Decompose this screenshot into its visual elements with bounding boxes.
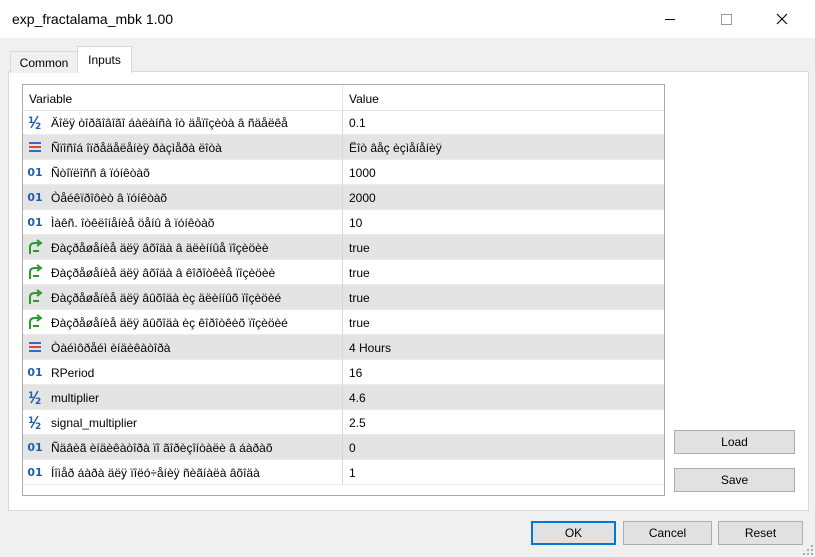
table-row[interactable]: 01 Òåéêïðîôèò â ïóíêòàõ 2000 [23,185,664,210]
table-row[interactable]: 01 Ñäâèã èíäèêàòîðà ïî ãîðèçîíòàëè â áàðà… [23,435,664,460]
close-icon [776,13,788,25]
variable-name: Íîìåð áàðà äëÿ ïîëó÷åíèÿ ñèãíàëà âõîäà [51,466,260,480]
cell-divider [342,310,343,335]
variable-value[interactable]: 1 [349,466,356,480]
variable-name: Ðàçðåøåíèå äëÿ âõîäà â êîðîòêèå ïîçèöèè [51,266,276,280]
table-row[interactable]: Òàéìôðåéì èíäèêàòîðà 4 Hours [23,335,664,360]
variable-name: Ðàçðåøåíèå äëÿ âûõîäà èç êîðîòêèõ ïîçèöè… [51,316,288,330]
table-row[interactable]: 1 2 signal_multiplier 2.5 [23,410,664,435]
variable-value[interactable]: Ëîò âåç èçìåíåíèÿ [349,141,442,155]
svg-text:2: 2 [35,397,41,405]
variable-name: Ìàêñ. îòêëîíåíèå öåíû â ïóíêòàõ [51,216,215,230]
variable-name: multiplier [51,391,100,405]
double-type-icon: 12 [27,389,43,405]
variable-value[interactable]: 16 [349,366,362,380]
cell-divider [342,235,343,260]
tab-common[interactable]: Common [10,51,78,73]
table-row[interactable]: 1 2 Äîëÿ òîðãîâîãî áàëàíñà îò äåïîçèòà â ñ… [23,110,664,135]
load-button[interactable]: Load [674,430,795,454]
variable-value[interactable]: 2000 [349,191,376,205]
maximize-icon [720,13,732,25]
minimize-icon [665,18,675,20]
table-row[interactable]: Ñïîñîá îïðåäåëåíèÿ ðàçìåðà ëîòà Ëîò âåç è… [23,135,664,160]
variable-value[interactable]: 4 Hours [349,341,391,355]
column-divider[interactable] [342,85,343,110]
integer-type-icon: 01 [27,365,43,379]
close-button[interactable] [757,0,807,38]
table-row[interactable]: Ðàçðåøåíèå äëÿ âõîäà â äëèííûå ïîçèöèè tr… [23,235,664,260]
variable-value[interactable]: true [349,266,370,280]
table-header: Variable Value [23,85,664,111]
cell-divider [342,185,343,210]
table-row[interactable]: 01 Ìàêñ. îòêëîíåíèå öåíû â ïóíêòàõ 10 [23,210,664,235]
variable-value[interactable]: 10 [349,216,362,230]
table-row[interactable]: 01 RPeriod 16 [23,360,664,385]
variable-name: signal_multiplier [51,416,138,430]
table-row[interactable]: 01 Íîìåð áàðà äëÿ ïîëó÷åíèÿ ñèãíàëà âõîäà… [23,460,664,485]
variable-value[interactable]: 2.5 [349,416,366,430]
variable-name: Ñïîñîá îïðåäåëåíèÿ ðàçìåðà ëîòà [51,141,222,155]
svg-text:2: 2 [35,122,41,130]
integer-type-icon: 01 [27,165,43,179]
svg-text:2: 2 [35,422,41,430]
cell-divider [342,335,343,360]
column-header-value[interactable]: Value [349,92,379,106]
cell-divider [342,160,343,185]
variable-name: Ðàçðåøåíèå äëÿ âûõîäà èç äëèííûõ ïîçèöèé [51,291,282,305]
variable-value[interactable]: true [349,291,370,305]
bool-type-icon [27,239,43,255]
ok-button[interactable]: OK [531,521,616,545]
variable-value[interactable]: 4.6 [349,391,366,405]
variable-value[interactable]: 0 [349,441,356,455]
window-title: exp_fractalama_mbk 1.00 [12,11,174,27]
minimize-button[interactable] [645,0,695,38]
cell-divider [342,410,343,435]
cell-divider [342,460,343,485]
bool-type-icon [27,289,43,305]
integer-type-icon: 01 [27,215,43,229]
variable-value[interactable]: true [349,241,370,255]
integer-type-icon: 01 [27,465,43,479]
cell-divider [342,210,343,235]
save-button[interactable]: Save [674,468,795,492]
double-type-icon: 12 [27,414,43,430]
integer-type-icon: 01 [27,440,43,454]
table-row[interactable]: Ðàçðåøåíèå äëÿ âûõîäà èç êîðîòêèõ ïîçèöè… [23,310,664,335]
cell-divider [342,260,343,285]
variable-name: Ñòîïëîññ â ïóíêòàõ [51,166,150,180]
double-type-icon: 12 [27,114,43,130]
cell-divider [342,360,343,385]
cell-divider [342,110,343,135]
cell-divider [342,435,343,460]
variable-value[interactable]: true [349,316,370,330]
variable-name: RPeriod [51,366,95,380]
reset-button[interactable]: Reset [718,521,803,545]
variable-name: Ðàçðåøåíèå äëÿ âõîäà â äëèííûå ïîçèöèè [51,241,269,255]
enum-type-icon [27,139,43,155]
maximize-button[interactable] [701,0,751,38]
tab-inputs[interactable]: Inputs [77,46,132,73]
cell-divider [342,385,343,410]
bool-type-icon [27,314,43,330]
title-bar: exp_fractalama_mbk 1.00 [0,0,815,38]
column-header-variable[interactable]: Variable [29,92,72,106]
bool-type-icon [27,264,43,280]
variable-name: Òàéìôðåéì èíäèêàòîðà [51,341,171,355]
table-row[interactable]: 01 Ñòîïëîññ â ïóíêòàõ 1000 [23,160,664,185]
table-row[interactable]: 1 2 multiplier 4.6 [23,385,664,410]
inputs-table: Variable Value 1 2 Äîëÿ òîðãîâîãî áàëàíñà … [22,84,665,496]
variable-value[interactable]: 1000 [349,166,376,180]
variable-name: Äîëÿ òîðãîâîãî áàëàíñà îò äåïîçèòà â ñäå… [51,116,288,130]
variable-value[interactable]: 0.1 [349,116,366,130]
resize-grip[interactable] [803,545,813,555]
enum-type-icon [27,339,43,355]
cell-divider [342,135,343,160]
variable-name: Ñäâèã èíäèêàòîðà ïî ãîðèçîíòàëè â áàðàõ [51,441,273,455]
table-row[interactable]: Ðàçðåøåíèå äëÿ âõîäà â êîðîòêèå ïîçèöèè t… [23,260,664,285]
variable-name: Òåéêïðîôèò â ïóíêòàõ [51,191,168,205]
integer-type-icon: 01 [27,190,43,204]
table-row[interactable]: Ðàçðåøåíèå äëÿ âûõîäà èç äëèííûõ ïîçèöèé… [23,285,664,310]
cancel-button[interactable]: Cancel [623,521,712,545]
cell-divider [342,285,343,310]
